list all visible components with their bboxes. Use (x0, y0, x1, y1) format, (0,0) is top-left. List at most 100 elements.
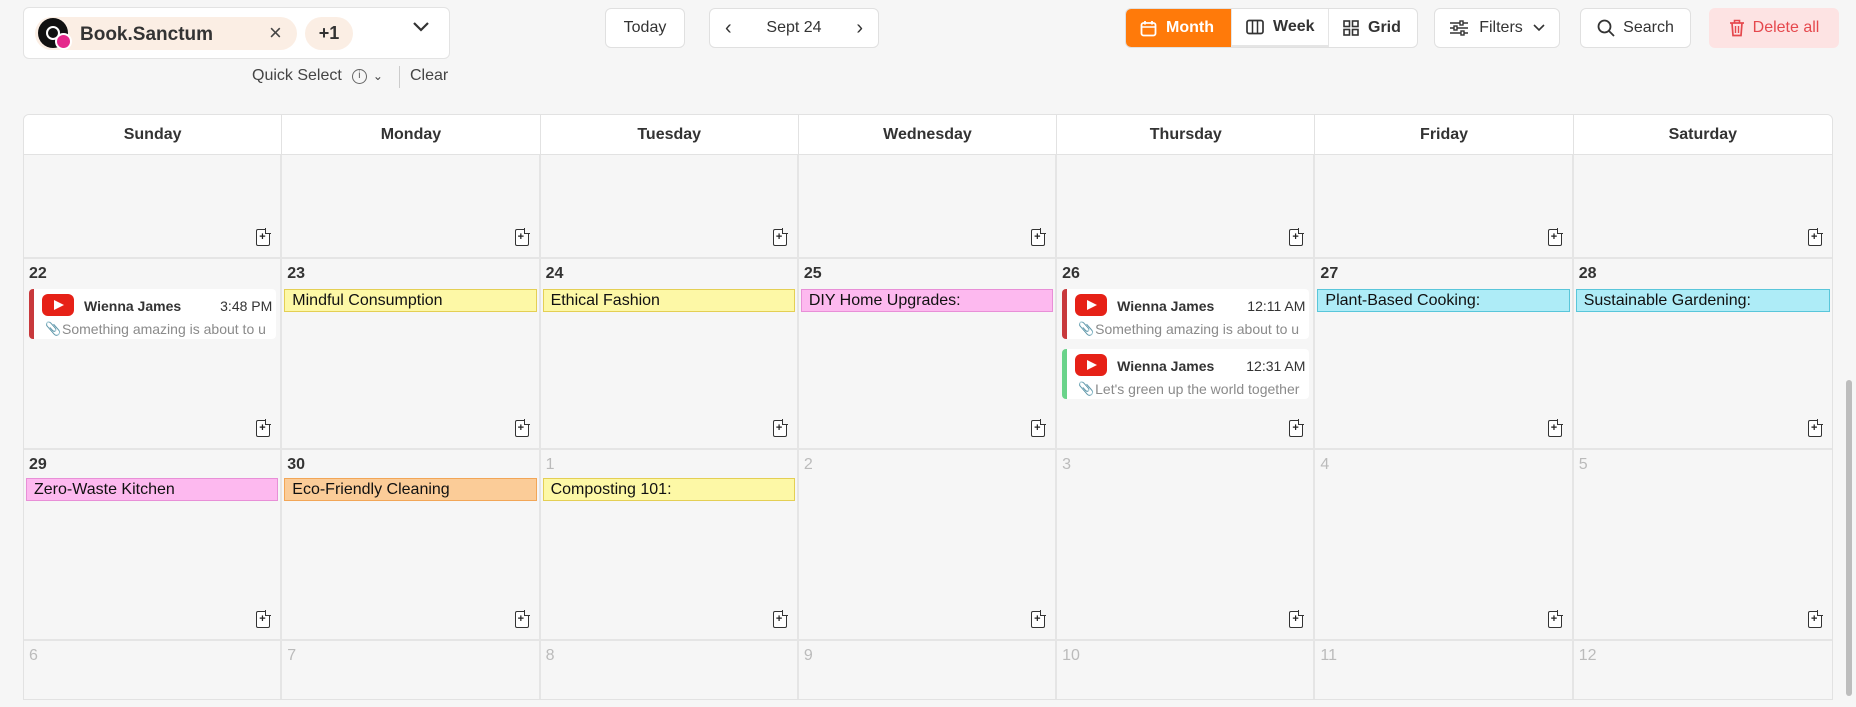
scheduled-post[interactable]: Wienna James 12:31 AM 📎 Let's green up t… (1062, 349, 1310, 399)
topic-tag[interactable]: Plant-Based Cooking: (1317, 289, 1570, 312)
post-text: Something amazing is about to u (62, 321, 266, 337)
filters-button[interactable]: Filters (1434, 8, 1560, 48)
add-post-icon[interactable]: + (1807, 419, 1823, 437)
day-cell[interactable]: 22 Wienna James 3:48 PM 📎 Something amaz… (24, 259, 283, 448)
add-post-icon[interactable]: + (1289, 610, 1305, 628)
day-cell[interactable]: 23 Mindful Consumption + (282, 259, 541, 448)
topic-tag[interactable]: Sustainable Gardening: (1575, 289, 1830, 312)
day-cell[interactable]: + (1057, 155, 1316, 257)
add-post-icon[interactable]: + (1807, 610, 1823, 628)
day-cell[interactable]: 29 Zero-Waste Kitchen + (24, 450, 283, 639)
more-accounts-badge[interactable]: +1 (305, 17, 353, 50)
chevron-right-icon[interactable]: › (856, 17, 863, 40)
add-post-icon[interactable]: + (1031, 228, 1047, 246)
add-post-icon[interactable]: + (772, 419, 788, 437)
grid-view-label: Grid (1368, 19, 1401, 36)
calendar-week: 6 7 8 9 10 11 12 (24, 641, 1832, 699)
today-button[interactable]: Today (605, 8, 685, 48)
clear-button[interactable]: Clear (410, 67, 448, 85)
add-post-icon[interactable]: + (514, 610, 530, 628)
account-name: Book.Sanctum (80, 24, 214, 45)
weekday-label: Friday (1315, 115, 1574, 154)
day-cell[interactable]: + (24, 155, 283, 257)
info-icon[interactable]: i (351, 68, 367, 84)
day-cell[interactable]: + (799, 155, 1058, 257)
topic-tag[interactable]: Eco-Friendly Cleaning (284, 478, 537, 501)
day-number: 28 (1578, 265, 1597, 282)
chevron-left-icon[interactable]: ‹ (725, 17, 732, 40)
add-post-icon[interactable]: + (256, 419, 272, 437)
day-cell[interactable]: 10 (1057, 641, 1316, 699)
day-cell[interactable]: + (1315, 155, 1574, 257)
calendar-week: 29 Zero-Waste Kitchen + 30 Eco-Friendly … (24, 450, 1832, 641)
post-author: Wienna James (84, 298, 182, 314)
day-cell[interactable]: 12 (1574, 641, 1832, 699)
day-cell[interactable]: 2 + (799, 450, 1058, 639)
day-cell[interactable]: 26 Wienna James 12:11 AM 📎 Something ama… (1057, 259, 1316, 448)
day-cell[interactable]: 3 + (1057, 450, 1316, 639)
add-post-icon[interactable]: + (772, 610, 788, 628)
day-cell[interactable]: 30 Eco-Friendly Cleaning + (282, 450, 541, 639)
filters-label: Filters (1479, 19, 1523, 36)
account-chip[interactable]: Book.Sanctum × (35, 17, 297, 50)
add-post-icon[interactable]: + (1289, 228, 1305, 246)
grid-view-button[interactable]: Grid (1329, 9, 1417, 47)
weekday-label: Thursday (1057, 115, 1316, 154)
topic-tag[interactable]: Zero-Waste Kitchen (26, 478, 279, 501)
add-post-icon[interactable]: + (1547, 419, 1563, 437)
day-cell[interactable]: 8 (541, 641, 799, 699)
scheduled-post[interactable]: Wienna James 3:48 PM 📎 Something amazing… (29, 289, 277, 339)
day-cell[interactable]: 5 + (1574, 450, 1832, 639)
chevron-down-icon (1533, 24, 1545, 32)
day-cell[interactable]: 7 (282, 641, 541, 699)
day-cell[interactable]: 28 Sustainable Gardening: + (1574, 259, 1832, 448)
scrollbar-thumb[interactable] (1846, 380, 1852, 696)
day-cell[interactable]: 11 (1315, 641, 1574, 699)
add-post-icon[interactable]: + (256, 610, 272, 628)
add-post-icon[interactable]: + (1031, 610, 1047, 628)
week-view-button[interactable]: Week (1232, 9, 1329, 47)
month-view-button[interactable]: Month (1126, 9, 1232, 47)
day-number: 7 (287, 647, 297, 664)
day-cell[interactable]: + (541, 155, 799, 257)
delete-all-button[interactable]: Delete all (1709, 8, 1839, 48)
day-cell[interactable]: + (1574, 155, 1832, 257)
day-cell[interactable]: 6 (24, 641, 283, 699)
add-post-icon[interactable]: + (772, 228, 788, 246)
add-post-icon[interactable]: + (256, 228, 272, 246)
remove-account-icon[interactable]: × (269, 21, 282, 45)
add-post-icon[interactable]: + (514, 228, 530, 246)
chevron-down-icon[interactable] (412, 21, 430, 33)
day-number: 23 (287, 265, 306, 282)
quick-select[interactable]: Quick Select i ⌄ (252, 67, 383, 85)
day-cell[interactable]: 4 + (1315, 450, 1574, 639)
day-cell[interactable]: 1 Composting 101: + (541, 450, 799, 639)
add-post-icon[interactable]: + (1031, 419, 1047, 437)
youtube-icon (1075, 294, 1108, 316)
day-cell[interactable]: + (282, 155, 541, 257)
search-label: Search (1623, 19, 1674, 36)
month-calendar: Sunday Monday Tuesday Wednesday Thursday… (23, 114, 1833, 700)
topic-tag[interactable]: DIY Home Upgrades: (800, 289, 1054, 312)
add-post-icon[interactable]: + (1807, 228, 1823, 246)
add-post-icon[interactable]: + (514, 419, 530, 437)
paperclip-icon: 📎 (45, 321, 62, 336)
topic-tag[interactable]: Composting 101: (542, 478, 795, 501)
day-cell[interactable]: 24 Ethical Fashion + (541, 259, 799, 448)
topic-tag[interactable]: Mindful Consumption (284, 289, 537, 312)
topic-tag[interactable]: Ethical Fashion (542, 289, 795, 312)
add-post-icon[interactable]: + (1547, 228, 1563, 246)
day-cell[interactable]: 9 (799, 641, 1058, 699)
add-post-icon[interactable]: + (1289, 419, 1305, 437)
day-cell[interactable]: 25 DIY Home Upgrades: + (799, 259, 1058, 448)
paperclip-icon: 📎 (1078, 321, 1095, 336)
post-text: Let's green up the world together (1095, 381, 1300, 397)
scheduled-post[interactable]: Wienna James 12:11 AM 📎 Something amazin… (1062, 289, 1310, 339)
chevron-down-icon[interactable]: ⌄ (373, 69, 383, 83)
day-cell[interactable]: 27 Plant-Based Cooking: + (1315, 259, 1574, 448)
search-button[interactable]: Search (1580, 8, 1691, 48)
account-selector[interactable]: Book.Sanctum × +1 (23, 7, 450, 59)
day-number: 30 (287, 456, 306, 473)
add-post-icon[interactable]: + (1547, 610, 1563, 628)
weekday-label: Tuesday (541, 115, 799, 154)
